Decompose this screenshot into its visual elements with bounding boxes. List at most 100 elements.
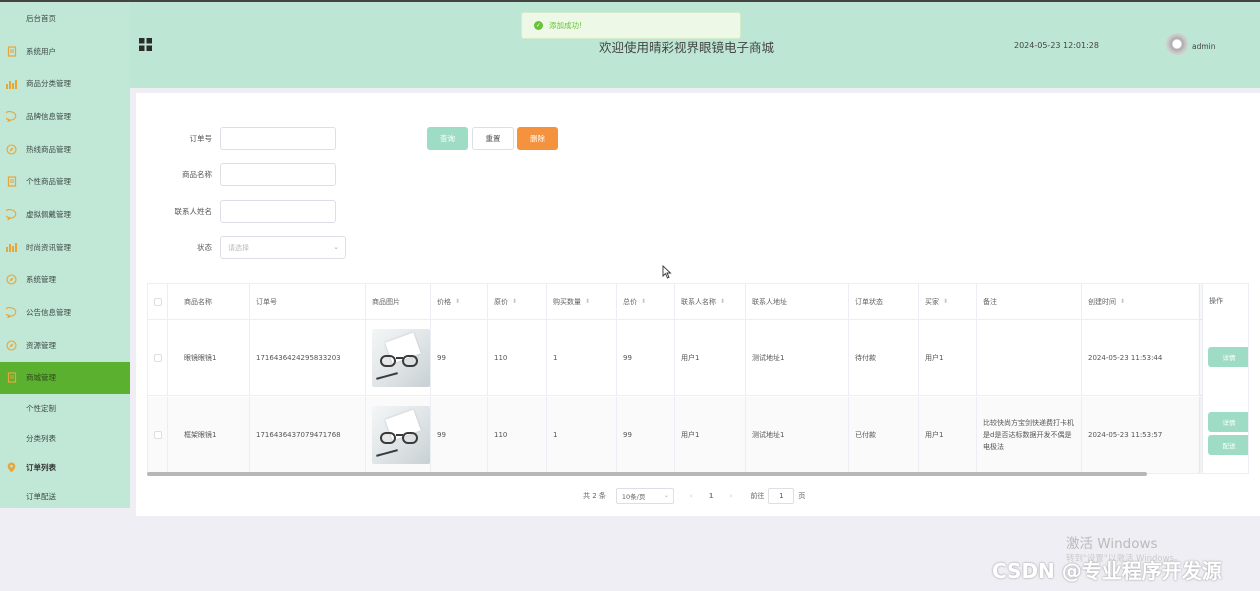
menu-item-system-mgmt[interactable]: 系统管理 [0, 264, 130, 297]
cell-order-no: 1716436424295833203 [250, 320, 366, 395]
cell-product-image [366, 320, 431, 395]
page-suffix: 页 [798, 492, 806, 500]
chat-bubble-icon [6, 208, 17, 220]
filter-label: 状态 [197, 243, 212, 252]
menu-label: 时尚资讯管理 [26, 242, 71, 252]
header-cell-sortable[interactable]: 总价 ⬍ [617, 284, 675, 319]
page-number-current[interactable]: 1 [709, 492, 714, 500]
location-pin-icon [6, 462, 17, 473]
status-placeholder: 请选择 [228, 243, 249, 252]
header-cell-sortable[interactable]: 价格 ⬍ [431, 284, 488, 319]
goto-page-input[interactable] [768, 488, 795, 504]
filter-order-no: 订单号 [136, 127, 336, 150]
contact-name-input[interactable] [220, 200, 336, 223]
next-page-icon[interactable]: › [730, 492, 733, 500]
menu-label: 系统用户 [26, 46, 56, 56]
cell-buyer: 用户1 [919, 320, 977, 395]
menu-label: 虚拟佩戴管理 [26, 209, 71, 219]
order-no-input[interactable] [220, 127, 336, 150]
header-cell: 商品图片 [366, 284, 431, 319]
header-cell-sortable[interactable]: 原价 ⬍ [488, 284, 547, 319]
header-cell-sortable[interactable]: 购买数量 ⬍ [547, 284, 617, 319]
header-cell-sortable[interactable]: 创建时间 ⬍ [1082, 284, 1200, 319]
menu-item-announcements[interactable]: 公告信息管理 [0, 296, 130, 329]
menu-item-mall[interactable]: 商城管理 [0, 361, 130, 395]
cell-total: 99 [617, 320, 675, 395]
compass-icon [6, 340, 17, 351]
cell-original-price: 110 [488, 320, 547, 395]
submenu-label: 个性定制 [26, 404, 56, 414]
deliver-button[interactable]: 配送 [1208, 435, 1248, 455]
sort-icon: ⬍ [585, 298, 591, 305]
submenu-item-order-delivery[interactable]: 订单配送 [0, 482, 130, 511]
document-icon [6, 176, 17, 187]
grid-menu-icon[interactable] [139, 38, 152, 51]
sort-icon: ⬍ [641, 298, 647, 305]
toast-message: 添加成功! [549, 21, 583, 30]
menu-item-virtual-tryon[interactable]: 虚拟佩戴管理 [0, 198, 130, 231]
submenu-item-category-list[interactable]: 分类列表 [0, 424, 130, 453]
success-toast: ✓ 添加成功! [521, 12, 741, 39]
menu-item-hot-products[interactable]: 热线商品管理 [0, 133, 130, 166]
menu-label: 商品分类管理 [26, 79, 71, 89]
cell-contact-name: 用户1 [675, 397, 746, 473]
submenu-item-custom[interactable]: 个性定制 [0, 394, 130, 423]
product-name-input[interactable] [220, 163, 336, 186]
row-select-cell [148, 320, 168, 395]
goto-label: 前往 [750, 492, 765, 500]
menu-item-fashion-news[interactable]: 时尚资讯管理 [0, 231, 130, 264]
filter-product-name: 商品名称 [136, 163, 336, 186]
horizontal-scrollbar[interactable] [147, 472, 1147, 476]
page-size-select[interactable]: 10条/页 ⌄ [615, 488, 674, 504]
cell-buyer: 用户1 [919, 397, 977, 473]
sort-icon: ⬍ [943, 298, 949, 305]
submenu-item-order-list[interactable]: 订单列表 [0, 453, 130, 482]
menu-item-brand[interactable]: 品牌信息管理 [0, 100, 130, 133]
sort-icon: ⬍ [720, 298, 726, 305]
cell-contact-address: 测试地址1 [746, 397, 849, 473]
cell-total: 99 [617, 397, 675, 473]
pagination: 共 2 条 10条/页 ⌄ ‹ 1 › 前往 页 [583, 488, 805, 504]
username[interactable]: admin [1192, 42, 1216, 51]
status-select[interactable]: 请选择 ⌄ [220, 236, 346, 259]
document-icon [6, 45, 17, 57]
menu-item-resources[interactable]: 资源管理 [0, 329, 130, 362]
select-all-checkbox[interactable] [154, 297, 162, 306]
header-cell: 联系人地址 [746, 284, 849, 319]
row-checkbox[interactable] [154, 353, 162, 362]
header-cell-sortable[interactable]: 联系人名称 ⬍ [675, 284, 746, 319]
avatar[interactable] [1166, 33, 1188, 55]
sort-icon: ⬍ [455, 298, 461, 305]
cell-order-status: 已付款 [849, 397, 919, 473]
menu-item-system-users[interactable]: 系统用户 [0, 35, 130, 68]
cell-created-time: 2024-05-23 11:53:44 [1082, 320, 1200, 395]
delete-button[interactable]: 删除 [517, 127, 558, 150]
table-header-row: 商品名称 订单号 商品图片 价格 ⬍ 原价 ⬍ 购买数量 ⬍ 总价 ⬍ 联系人名称 ⬍ 联… [148, 284, 1248, 320]
menu-item-category[interactable]: 商品分类管理 [0, 67, 130, 100]
chat-bubble-icon [6, 110, 17, 122]
menu-item-custom-products[interactable]: 个性商品管理 [0, 165, 130, 198]
current-datetime: 2024-05-23 12:01:28 [1014, 41, 1099, 50]
product-image[interactable] [372, 406, 430, 464]
header-cell: 订单状态 [849, 284, 919, 319]
sort-icon: ⬍ [512, 298, 518, 305]
reset-button[interactable]: 重置 [472, 127, 514, 150]
detail-button[interactable]: 详情 [1208, 347, 1248, 367]
detail-button[interactable]: 详情 [1208, 412, 1248, 432]
select-all-cell [148, 284, 168, 319]
filter-contact-name: 联系人姓名 [136, 200, 336, 223]
compass-icon [6, 144, 17, 155]
product-image[interactable] [372, 328, 430, 387]
pagination-total: 共 2 条 [583, 492, 606, 500]
cell-order-no: 1716436437079471768 [250, 397, 366, 473]
header-cell-sortable[interactable]: 买家 ⬍ [919, 284, 977, 319]
prev-page-icon[interactable]: ‹ [690, 492, 693, 500]
menu-item-home[interactable]: 后台首页 [0, 2, 130, 35]
query-button[interactable]: 查询 [427, 127, 468, 150]
bar-chart-icon [6, 78, 17, 89]
cell-contact-address: 测试地址1 [746, 320, 849, 395]
filter-label: 订单号 [189, 134, 213, 143]
menu-label: 商城管理 [26, 373, 56, 383]
row-checkbox[interactable] [154, 431, 162, 439]
menu-label: 公告信息管理 [26, 308, 71, 318]
